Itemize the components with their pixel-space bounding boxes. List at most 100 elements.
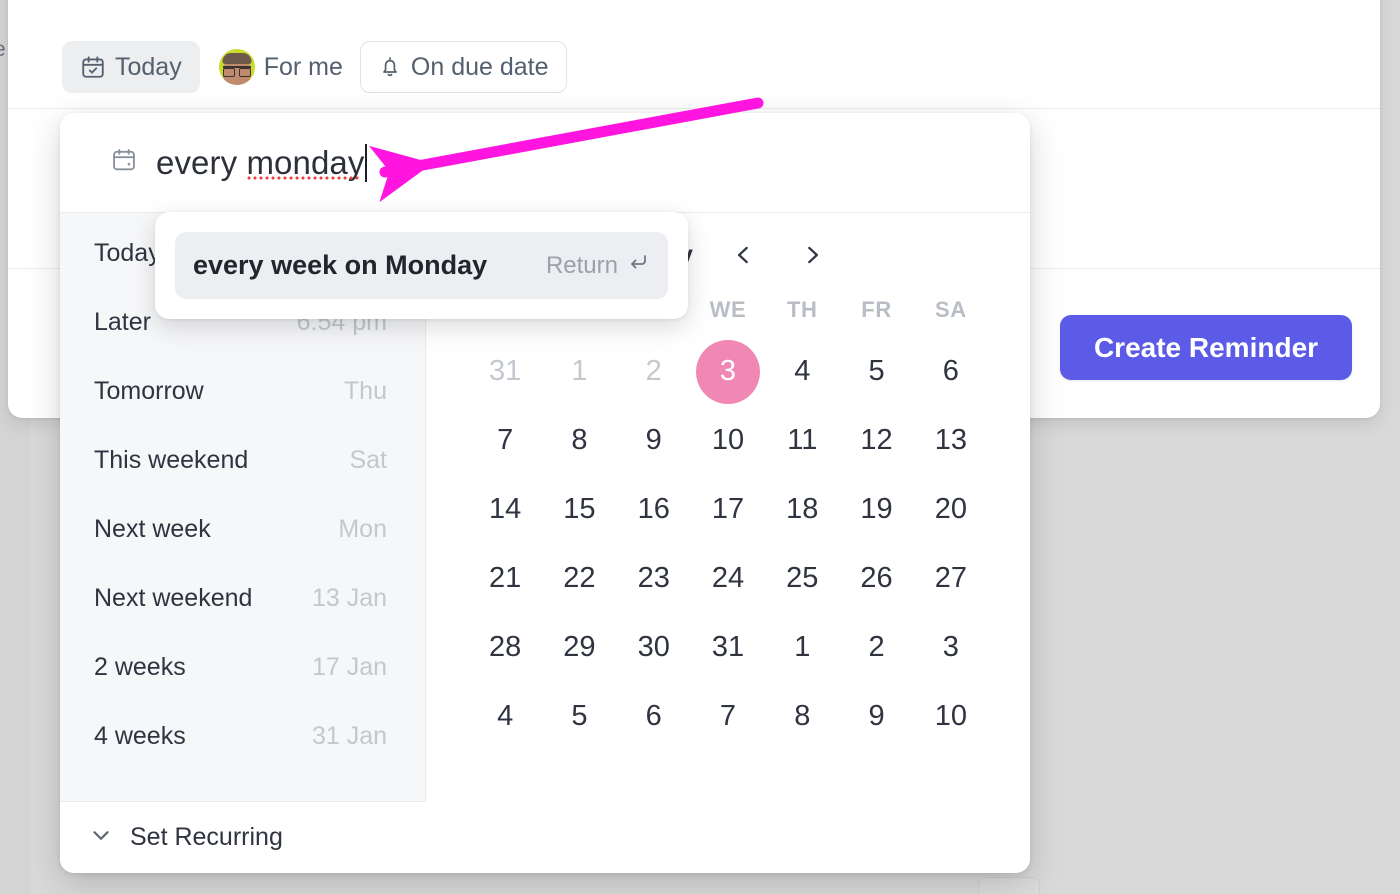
create-reminder-button[interactable]: Create Reminder bbox=[1060, 315, 1352, 380]
calendar-day[interactable]: 31 bbox=[468, 337, 542, 406]
quick-date-option[interactable]: This weekend Sat bbox=[60, 426, 425, 495]
calendar-day[interactable]: 12 bbox=[839, 406, 913, 475]
calendar-day-number: 7 bbox=[719, 700, 737, 732]
calendar-day-number: 19 bbox=[860, 493, 893, 525]
calendar-day-number: 31 bbox=[711, 631, 745, 663]
calendar-day[interactable]: 29 bbox=[542, 613, 616, 682]
chip-reminder-label: On due date bbox=[410, 52, 549, 81]
quick-date-option[interactable]: 4 weeks 31 Jan bbox=[60, 702, 425, 771]
calendar-day[interactable]: 13 bbox=[914, 406, 988, 475]
background-bottom-control[interactable] bbox=[978, 877, 1040, 894]
chip-reminder[interactable]: On due date bbox=[359, 41, 567, 93]
avatar bbox=[218, 49, 255, 85]
calendar-day[interactable]: 15 bbox=[542, 475, 616, 544]
calendar-day[interactable]: 23 bbox=[617, 544, 691, 613]
calendar-day[interactable]: 6 bbox=[914, 337, 988, 406]
calendar-day[interactable]: 14 bbox=[468, 475, 542, 544]
background-divider-top bbox=[8, 108, 1380, 109]
calendar-day[interactable]: 4 bbox=[765, 337, 839, 406]
quick-date-option-value: 17 Jan bbox=[311, 653, 387, 681]
autocomplete-popup: every week on Monday Return bbox=[155, 212, 688, 319]
calendar-day[interactable]: 7 bbox=[691, 682, 765, 751]
calendar-day[interactable]: 5 bbox=[542, 682, 616, 751]
calendar-day[interactable]: 27 bbox=[914, 544, 988, 613]
calendar-day[interactable]: 11 bbox=[765, 406, 839, 475]
screen: e Today For me bbox=[0, 0, 1400, 894]
calendar-day[interactable]: 10 bbox=[914, 682, 988, 751]
calendar-day[interactable]: 31 bbox=[691, 613, 765, 682]
calendar-day-number: 2 bbox=[645, 355, 662, 387]
calendar-day-number: 4 bbox=[497, 700, 514, 732]
calendar-day-number: 9 bbox=[645, 424, 662, 456]
calendar-day-number: 8 bbox=[571, 424, 588, 456]
quick-date-option-label: Today bbox=[94, 239, 161, 267]
calendar-weekday-label: TH bbox=[787, 297, 818, 322]
calendar-day[interactable]: 6 bbox=[617, 682, 691, 751]
calendar-day-number: 1 bbox=[794, 631, 811, 663]
calendar-day[interactable]: 1 bbox=[542, 337, 616, 406]
set-recurring-row[interactable]: Set Recurring bbox=[60, 801, 426, 873]
calendar-day[interactable]: 5 bbox=[839, 337, 913, 406]
set-recurring-label: Set Recurring bbox=[130, 823, 283, 851]
chip-today[interactable]: Today bbox=[62, 41, 200, 93]
calendar-day-number: 20 bbox=[934, 493, 967, 525]
calendar-day[interactable]: 20 bbox=[914, 475, 988, 544]
calendar-day[interactable]: 10 bbox=[691, 406, 765, 475]
calendar-day-number: 17 bbox=[711, 493, 745, 525]
calendar-day[interactable]: 9 bbox=[839, 682, 913, 751]
quick-date-option-value: Thu bbox=[343, 377, 387, 405]
calendar-day[interactable]: 2 bbox=[839, 613, 913, 682]
calendar-day[interactable]: 24 bbox=[691, 544, 765, 613]
calendar-day-number: 22 bbox=[563, 562, 596, 594]
calendar-day[interactable]: 4 bbox=[468, 682, 542, 751]
calendar-day-today[interactable]: 3 bbox=[691, 337, 765, 406]
calendar-day[interactable]: 19 bbox=[839, 475, 913, 544]
calendar-day-number: 13 bbox=[934, 424, 967, 456]
chevron-right-icon[interactable] bbox=[795, 238, 829, 272]
date-input-row[interactable]: every monday bbox=[60, 113, 1030, 213]
calendar-day[interactable]: 30 bbox=[617, 613, 691, 682]
calendar-day[interactable]: 16 bbox=[617, 475, 691, 544]
quick-date-option[interactable]: Tomorrow Thu bbox=[60, 357, 425, 426]
calendar-day[interactable]: 25 bbox=[765, 544, 839, 613]
calendar-day-number: 15 bbox=[563, 493, 596, 525]
calendar-day-number: 11 bbox=[787, 424, 818, 456]
calendar-day-number: 27 bbox=[934, 562, 967, 594]
autocomplete-option-label: every week on Monday bbox=[193, 250, 488, 280]
calendar-day-number: 16 bbox=[637, 493, 670, 525]
chevron-down-icon bbox=[88, 822, 114, 853]
chip-assignee-label: For me bbox=[263, 52, 343, 81]
calendar-day[interactable]: 3 bbox=[914, 613, 988, 682]
calendar-day[interactable]: 22 bbox=[542, 544, 616, 613]
quick-date-option-label: Tomorrow bbox=[94, 377, 204, 405]
calendar-day[interactable]: 7 bbox=[468, 406, 542, 475]
calendar-day-number: 7 bbox=[497, 424, 514, 456]
autocomplete-option[interactable]: every week on Monday Return bbox=[175, 232, 668, 299]
quick-date-option-value: 31 Jan bbox=[311, 722, 387, 750]
quick-date-option[interactable]: Next week Mon bbox=[60, 495, 425, 564]
bell-icon bbox=[378, 55, 402, 79]
quick-date-option[interactable]: Next weekend 13 Jan bbox=[60, 564, 425, 633]
calendar-day-number: 5 bbox=[868, 355, 885, 387]
calendar-day[interactable]: 21 bbox=[468, 544, 542, 613]
calendar-day-number: 23 bbox=[637, 562, 670, 594]
quick-date-option-label: 4 weeks bbox=[94, 722, 186, 750]
spellcheck-underline bbox=[247, 175, 361, 180]
calendar-day[interactable]: 2 bbox=[617, 337, 691, 406]
quick-date-option[interactable]: 2 weeks 17 Jan bbox=[60, 633, 425, 702]
calendar-day-number: 8 bbox=[794, 700, 811, 732]
calendar-day[interactable]: 28 bbox=[468, 613, 542, 682]
quick-date-option-value: 13 Jan bbox=[311, 584, 387, 612]
calendar-day[interactable]: 17 bbox=[691, 475, 765, 544]
calendar-day-number: 3 bbox=[695, 339, 760, 404]
calendar-day[interactable]: 18 bbox=[765, 475, 839, 544]
calendar-day[interactable]: 9 bbox=[617, 406, 691, 475]
calendar-day[interactable]: 8 bbox=[542, 406, 616, 475]
calendar-day[interactable]: 26 bbox=[839, 544, 913, 613]
calendar-day[interactable]: 1 bbox=[765, 613, 839, 682]
chip-assignee[interactable]: For me bbox=[210, 41, 350, 93]
chevron-left-icon[interactable] bbox=[727, 238, 761, 272]
calendar-day[interactable]: 8 bbox=[765, 682, 839, 751]
calendar-day-number: 14 bbox=[489, 493, 522, 525]
background-edge-text: e bbox=[0, 38, 6, 62]
